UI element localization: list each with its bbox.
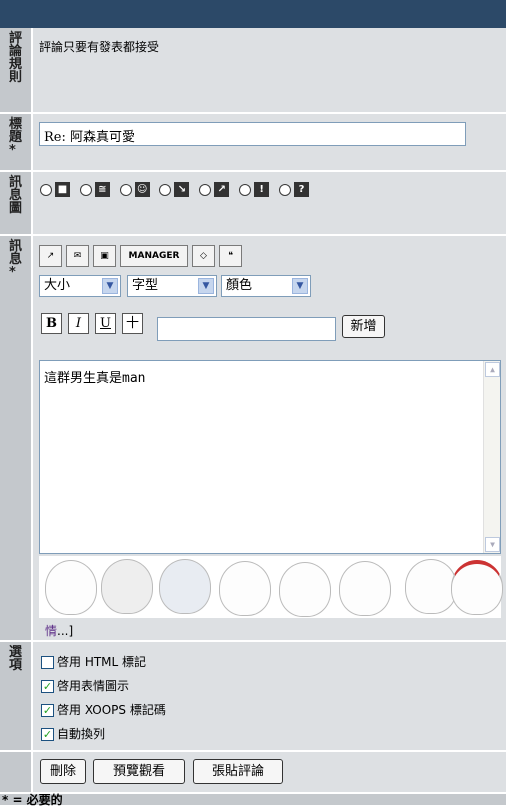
- post-comment-button[interactable]: 張貼評論: [193, 759, 283, 784]
- message-row: 訊息 * ↗ ✉ ▣ MANAGER ◇ ❝ 大小 ▼ 字型 ▼ 顏色 ▼ B I U …: [0, 236, 506, 642]
- form-header-bar: [0, 0, 506, 28]
- email-button[interactable]: ✉: [66, 245, 89, 267]
- icon-radio-7[interactable]: [278, 183, 291, 196]
- smiley-icon[interactable]: [159, 559, 211, 614]
- icon-radio-4[interactable]: [159, 183, 172, 196]
- icon-radio-1[interactable]: [40, 183, 52, 196]
- checkbox-checked[interactable]: ✓: [41, 728, 54, 741]
- preview-button[interactable]: 預覽觀看: [93, 759, 185, 784]
- add-text-button[interactable]: 新增: [342, 315, 385, 338]
- message-icon-options: ■ ≅ ☺ ↘ ↗ ! ?: [40, 182, 315, 197]
- frown-icon: ≅: [94, 182, 110, 197]
- smiley-icon[interactable]: [219, 561, 271, 616]
- code-button[interactable]: ◇: [192, 245, 215, 267]
- icon-radio-5[interactable]: [199, 183, 212, 196]
- title-label: 標題 *: [0, 114, 33, 172]
- text-add-input[interactable]: [157, 317, 336, 341]
- color-select[interactable]: 顏色 ▼: [221, 275, 311, 297]
- smiley-icon[interactable]: [339, 561, 391, 616]
- checkbox[interactable]: [41, 656, 54, 669]
- icon-radio-6[interactable]: [239, 183, 252, 196]
- option-html[interactable]: 啓用 HTML 標記: [41, 653, 146, 670]
- arrow-down-right-icon: ↘: [174, 182, 190, 197]
- options-label: 選項: [0, 642, 33, 752]
- checkbox-checked[interactable]: ✓: [41, 704, 54, 717]
- title-input[interactable]: Re: 阿森真可愛: [39, 122, 466, 146]
- rules-text: 評論只要有發表都接受: [39, 40, 160, 54]
- font-select[interactable]: 字型 ▼: [127, 275, 217, 297]
- quote-button[interactable]: ❝: [219, 245, 242, 267]
- smiley-icon[interactable]: [45, 560, 97, 615]
- rules-row: 評論規則 評論只要有發表都接受: [0, 28, 506, 114]
- smiley-icon[interactable]: [279, 562, 331, 617]
- title-row: 標題 * Re: 阿森真可愛: [0, 114, 506, 172]
- image-manager-button[interactable]: MANAGER: [120, 245, 188, 267]
- option-auto-linebreak[interactable]: ✓ 自動換列: [41, 725, 105, 742]
- smile-icon: ☺: [134, 182, 150, 197]
- url-link-button[interactable]: ↗: [39, 245, 62, 267]
- smiley-icon[interactable]: [405, 559, 457, 614]
- footer-bar: * = 必要的: [0, 793, 506, 807]
- required-note: * = 必要的: [2, 793, 63, 807]
- checkbox-checked[interactable]: ✓: [41, 680, 54, 693]
- bold-button[interactable]: B: [41, 313, 62, 334]
- chevron-down-icon: ▼: [102, 278, 118, 294]
- square-icon: ■: [55, 182, 70, 197]
- size-select[interactable]: 大小 ▼: [39, 275, 121, 297]
- underline-button[interactable]: U: [95, 313, 116, 334]
- strikethrough-button[interactable]: 十: [122, 313, 143, 334]
- more-smilies-link[interactable]: 情: [45, 624, 57, 638]
- icon-radio-2[interactable]: [79, 183, 92, 196]
- textarea-scrollbar[interactable]: ▲ ▼: [483, 361, 500, 553]
- smiley-strip: [39, 556, 503, 618]
- message-icon-row: 訊息圖 ■ ≅ ☺ ↘ ↗ ! ?: [0, 172, 506, 236]
- exclamation-icon: !: [254, 182, 270, 197]
- question-icon: ?: [293, 182, 309, 197]
- more-smilies: 情...]: [45, 624, 74, 638]
- delete-button[interactable]: 刪除: [40, 759, 86, 784]
- scroll-up-icon[interactable]: ▲: [485, 362, 500, 377]
- message-icon-label: 訊息圖: [0, 172, 33, 236]
- image-button[interactable]: ▣: [93, 245, 116, 267]
- icon-radio-3[interactable]: [119, 183, 132, 196]
- option-smilies[interactable]: ✓ 啓用表情圖示: [41, 677, 129, 694]
- message-textarea[interactable]: 這群男生真是man ▲ ▼: [39, 360, 501, 554]
- options-row: 選項 啓用 HTML 標記 ✓ 啓用表情圖示 ✓ 啓用 XOOPS 標記碼 ✓ 自動換…: [0, 642, 506, 752]
- smiley-icon[interactable]: [451, 560, 503, 615]
- italic-button[interactable]: I: [68, 313, 89, 334]
- arrow-up-right-icon: ↗: [214, 182, 230, 197]
- chevron-down-icon: ▼: [198, 278, 214, 294]
- option-xoops-code[interactable]: ✓ 啓用 XOOPS 標記碼: [41, 701, 166, 718]
- smiley-icon[interactable]: [101, 559, 153, 614]
- message-label: 訊息 *: [0, 236, 33, 642]
- scroll-down-icon[interactable]: ▼: [485, 537, 500, 552]
- rules-label: 評論規則: [0, 28, 33, 114]
- chevron-down-icon: ▼: [292, 278, 308, 294]
- buttons-row: 刪除 預覽觀看 張貼評論: [0, 752, 506, 794]
